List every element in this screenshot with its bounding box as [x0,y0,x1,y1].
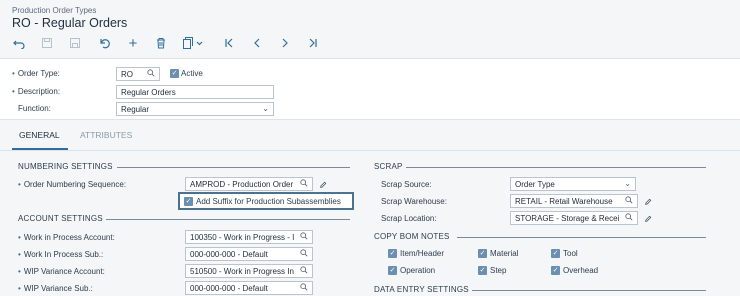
edit-icon[interactable] [643,197,653,207]
operation-checkbox[interactable]: ✓ [388,266,397,275]
material-checkbox[interactable]: ✓ [478,249,487,258]
order-numbering-sequence-field[interactable]: AMPROD - Production Order [185,177,313,191]
section-rule [472,290,706,291]
breadcrumb[interactable]: Production Order Types [12,6,96,15]
wip-account-field[interactable]: 100350 - Work in Progress - I [185,230,313,244]
wip-sub-field[interactable]: 000-000-000 - Default [185,247,313,261]
step-checkbox[interactable]: ✓ [478,266,487,275]
scrap-warehouse-label: Scrap Warehouse: [381,197,447,206]
edit-icon[interactable] [318,180,328,190]
tabs-divider [0,150,740,151]
add-suffix-checkbox[interactable]: ✓ [184,197,193,206]
description-field[interactable]: Regular Orders [116,85,274,99]
order-type-label: • Order Type: [12,69,60,78]
add-icon[interactable]: + [124,34,142,52]
account-settings-title: ACCOUNT SETTINGS [18,214,103,223]
save-close-icon[interactable] [38,34,56,52]
wip-variance-account-label: • WIP Variance Account: [18,267,105,276]
search-icon[interactable] [147,69,155,79]
description-label: • Description: [12,87,61,96]
active-checkbox[interactable]: ✓ [170,69,179,78]
edit-icon[interactable] [643,214,653,224]
active-tab-indicator [12,148,68,150]
section-rule [457,237,706,238]
wip-sub-label: • Work In Process Sub.: [18,250,104,259]
page-title: RO - Regular Orders [12,16,128,30]
item-header-label: Item/Header [400,249,445,258]
section-rule [406,167,706,168]
wip-variance-account-field[interactable]: 510500 - Work in Progress In [185,264,313,278]
delete-icon[interactable] [152,34,170,52]
wip-account-label: • Work in Process Account: [18,233,115,242]
scrap-source-select[interactable]: Order Type ⌄ [510,177,636,191]
step-label: Step [490,266,507,275]
scrap-title: SCRAP [374,162,403,171]
operation-label: Operation [400,266,436,275]
search-icon[interactable] [300,232,308,242]
chevron-down-icon: ⌄ [262,104,269,113]
save-icon[interactable] [66,34,84,52]
chevron-down-icon: ⌄ [624,179,631,188]
search-icon[interactable] [300,179,308,189]
scrap-location-label: Scrap Location: [381,214,437,223]
search-icon[interactable] [625,213,633,223]
first-icon[interactable] [220,34,238,52]
overhead-checkbox[interactable]: ✓ [551,266,560,275]
cancel-icon[interactable] [96,34,114,52]
search-icon[interactable] [300,266,308,276]
search-icon[interactable] [625,196,633,206]
numbering-settings-title: NUMBERING SETTINGS [18,162,113,171]
previous-icon[interactable] [248,34,266,52]
function-label: Function: [18,104,51,113]
search-icon[interactable] [300,249,308,259]
order-type-field[interactable]: RO [116,67,160,81]
overhead-label: Overhead [563,266,599,275]
function-select[interactable]: Regular ⌄ [116,102,274,116]
add-suffix-label: Add Suffix for Production Subassemblies [196,197,341,206]
search-icon[interactable] [300,283,308,293]
tool-label: Tool [563,249,578,258]
next-icon[interactable] [276,34,294,52]
active-label: Active [181,69,203,78]
material-label: Material [490,249,519,258]
last-icon[interactable] [304,34,322,52]
order-numbering-sequence-label: • Order Numbering Sequence: [18,180,127,189]
section-rule [106,219,350,220]
header-form-panel [0,58,740,120]
undo-icon[interactable] [10,34,28,52]
scrap-warehouse-field[interactable]: RETAIL - Retail Warehouse [510,194,638,208]
tool-checkbox[interactable]: ✓ [551,249,560,258]
wip-variance-sub-label: • WIP Variance Sub.: [18,284,93,293]
tab-general[interactable]: GENERAL [19,130,60,140]
copy-bom-notes-title: COPY BOM NOTES [374,232,450,241]
wip-variance-sub-field[interactable]: 000-000-000 - Default [185,281,313,295]
section-rule [117,167,350,168]
copy-paste-icon[interactable] [180,34,208,52]
item-header-checkbox[interactable]: ✓ [388,249,397,258]
tab-attributes[interactable]: ATTRIBUTES [80,130,132,140]
scrap-source-label: Scrap Source: [381,180,432,189]
scrap-location-field[interactable]: STORAGE - Storage & Recei [510,211,638,225]
data-entry-settings-title: DATA ENTRY SETTINGS [374,285,469,294]
